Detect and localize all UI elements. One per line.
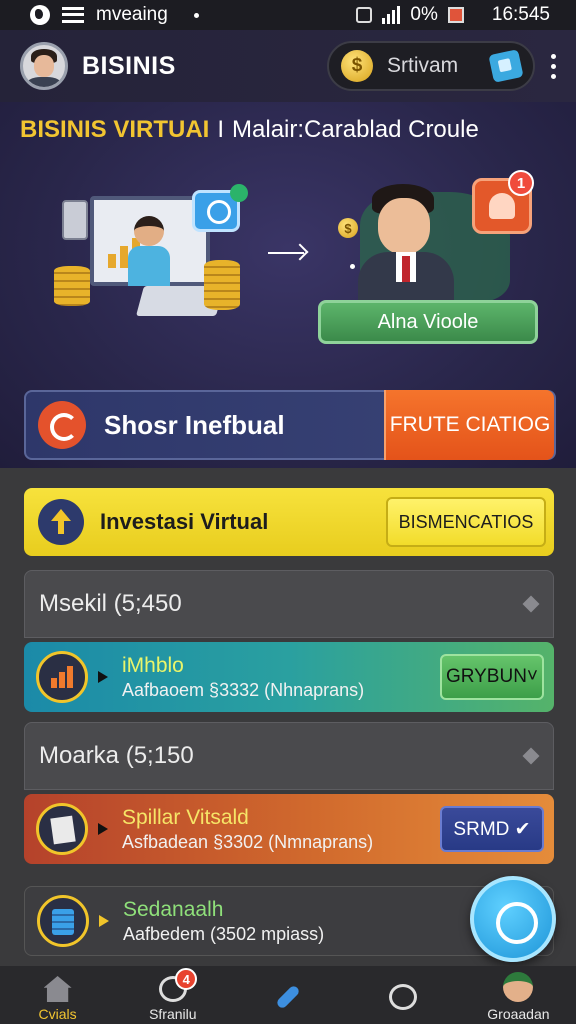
hero-banner: BISINIS VIRTUAI I Malair:Carablad Croule $… (0, 102, 576, 468)
arrow-icon (98, 671, 108, 683)
section-title: Moarka (5;150 (39, 742, 194, 769)
verify-fab-button[interactable] (470, 876, 556, 962)
item-subtitle: Asfbadean §3302 (Nmnaprans) (122, 831, 374, 852)
share-dot-icon (230, 184, 248, 202)
app-bar: BISINIS $ Srtivam (0, 30, 576, 102)
status-bar: mveaing 0% 16:545 (0, 0, 576, 30)
notification-badge: 1 (508, 170, 534, 196)
hero-title-highlight: BISINIS VIRTUAI (20, 116, 210, 143)
globe-icon (30, 5, 50, 25)
nav-label: Cvials (38, 1006, 77, 1022)
battery-icon (447, 7, 464, 23)
diamond-icon (522, 595, 540, 613)
coin-icon: $ (341, 50, 373, 82)
worker-figure (128, 216, 170, 286)
app-title: BISINIS (82, 51, 176, 80)
cta-button[interactable]: FRUTE CIATIOG (384, 390, 554, 460)
status-app-label: mveaing (96, 4, 168, 25)
section-header[interactable]: Msekil (5;450 (24, 570, 554, 638)
signal-icon (382, 6, 401, 24)
item-title: Spillar Vitsald (122, 805, 249, 829)
hero-title-separator: I (217, 116, 225, 143)
section-header[interactable]: Moarka (5;150 (24, 722, 554, 790)
item-subtitle: Aafbaoem §3332 (Nhnaprans) (122, 679, 365, 700)
coin-icon: $ (338, 218, 358, 238)
invest-label: Investasi Virtual (100, 509, 269, 534)
diamond-icon (522, 747, 540, 765)
battery-percent: 0% (410, 4, 438, 25)
pin-icon (275, 984, 301, 1010)
arrow-icon (99, 915, 109, 927)
arrow-up-icon (38, 499, 84, 545)
item-button[interactable]: SRMD ✔ (440, 806, 544, 852)
coin-stack-icon (54, 266, 90, 306)
nav-item-pin[interactable] (230, 966, 345, 1024)
gem-icon (488, 49, 524, 83)
nav-item-profile[interactable]: Groaadan (461, 966, 576, 1024)
dot-icon (193, 12, 199, 18)
home-icon (43, 976, 72, 1002)
coins-icon (37, 895, 89, 947)
dot-icon (350, 264, 355, 269)
hero-title-rest: Malair:Carablad Croule (232, 116, 479, 143)
list-item[interactable]: Spillar Vitsald Asfbadean §3302 (Nmnapra… (24, 794, 554, 864)
businessman-figure (358, 184, 454, 304)
user-icon (389, 984, 418, 1010)
office-illustration (50, 184, 250, 336)
invest-card[interactable]: Investasi Virtual BISMENCATIOS (24, 488, 554, 556)
clock: 16:545 (491, 4, 550, 25)
bottom-nav: Cvials 4 Sfranilu Groaadan (0, 966, 576, 1024)
arrow-icon (98, 823, 108, 835)
document-icon (36, 803, 88, 855)
stack-icon (62, 7, 84, 23)
nav-label: Groaadan (487, 1006, 550, 1022)
vibrate-icon (356, 7, 373, 23)
item-subtitle: Aafbedem (3502 mpiass) (123, 923, 325, 944)
item-button[interactable]: GRYBUN˅ (440, 654, 544, 700)
nav-item-user[interactable] (346, 966, 461, 1024)
arrow-right-icon (268, 252, 304, 254)
section-title: Msekil (5;450 (39, 590, 182, 617)
avatar[interactable] (20, 42, 68, 90)
item-title: Sedanaalh (123, 897, 224, 921)
hero-title: BISINIS VIRTUAI I Malair:Carablad Croule (20, 116, 479, 144)
invest-button[interactable]: BISMENCATIOS (386, 497, 546, 547)
cta-banner[interactable]: Shosr Inefbual FRUTE CIATIOG (24, 390, 556, 460)
nav-item-cart[interactable]: 4 Sfranilu (115, 966, 230, 1024)
phone-icon (62, 200, 88, 240)
profile-name-button[interactable]: Alna Vioole (318, 300, 538, 344)
wallet-pill[interactable]: $ Srtivam (327, 41, 535, 91)
profile-icon (503, 972, 534, 1002)
refresh-icon (38, 401, 86, 449)
nav-item-home[interactable]: Cvials (0, 966, 115, 1024)
cta-label: Shosr Inefbual (104, 409, 285, 440)
nav-badge: 4 (175, 968, 198, 990)
wallet-label: Srtivam (387, 54, 459, 77)
coin-stack-icon (204, 260, 240, 310)
chart-icon (36, 651, 88, 703)
nav-label: Sfranilu (149, 1006, 197, 1022)
list-item[interactable]: iMhblo Aafbaoem §3332 (Nhnaprans) GRYBUN… (24, 642, 554, 712)
more-menu-icon[interactable] (551, 53, 556, 79)
item-title: iMhblo (122, 653, 184, 677)
